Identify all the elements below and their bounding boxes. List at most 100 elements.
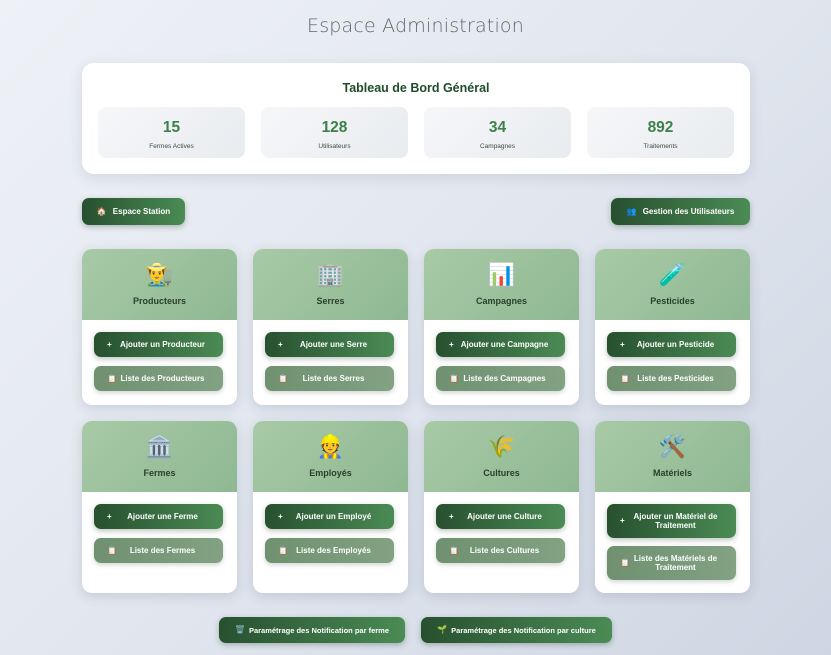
button-label: Ajouter une Ferme: [127, 511, 198, 521]
stat-users: 128 Utilisateurs: [261, 107, 408, 158]
card-materiels: 🛠️ Matériels + Ajouter un Matériel de Tr…: [595, 421, 750, 593]
stat-value: 128: [321, 119, 348, 136]
plus-icon: +: [278, 339, 283, 349]
clipboard-icon: 📋: [449, 545, 459, 555]
list-serres-button[interactable]: 📋 Liste des Serres: [265, 366, 394, 391]
add-pesticide-button[interactable]: + Ajouter un Pesticide: [607, 332, 736, 357]
culture-notification-label: Paramétrage des Notification par culture: [451, 625, 596, 635]
building-icon: 🏢: [316, 262, 345, 287]
card-employes: 👷 Employés + Ajouter un Employé 📋 Liste …: [253, 421, 408, 593]
card-title: Pesticides: [650, 296, 695, 306]
stat-value: 34: [488, 119, 507, 136]
button-label: Ajouter un Pesticide: [636, 339, 715, 349]
bank-icon: 🏛️: [145, 434, 174, 459]
stat-value: 892: [647, 119, 674, 136]
stat-label: Utilisateurs: [318, 143, 351, 150]
users-icon: 👥: [626, 206, 637, 216]
clipboard-icon: 📋: [620, 373, 630, 383]
card-title: Campagnes: [475, 296, 528, 306]
clipboard-icon: 📋: [449, 373, 459, 383]
button-label: Ajouter une Serre: [299, 339, 368, 349]
list-cultures-button[interactable]: 📋 Liste des Cultures: [436, 538, 565, 563]
card-header: 🧪 Pesticides: [595, 249, 750, 320]
plus-icon: +: [449, 339, 454, 349]
card-title: Matériels: [652, 468, 693, 478]
card-fermes: 🏛️ Fermes + Ajouter une Ferme 📋 Liste de…: [82, 421, 237, 593]
worker-icon: 👷: [316, 434, 345, 459]
plus-icon: +: [449, 511, 454, 521]
page-title: Espace Administration: [306, 15, 524, 37]
stat-active-farms: 15 Fermes Actives: [98, 107, 245, 158]
list-campagnes-button[interactable]: 📋 Liste des Campagnes: [436, 366, 565, 391]
stat-label: Campagnes: [479, 143, 516, 150]
add-ferme-button[interactable]: + Ajouter une Ferme: [94, 504, 223, 529]
test-tube-icon: 🧪: [658, 262, 687, 287]
card-title: Cultures: [483, 468, 520, 478]
card-header: 📊 Campagnes: [424, 249, 579, 320]
add-serre-button[interactable]: + Ajouter une Serre: [265, 332, 394, 357]
dashboard-panel: Tableau de Bord Général 15 Fermes Active…: [82, 63, 750, 174]
plus-icon: +: [620, 516, 625, 525]
button-label: Liste des Pesticides: [637, 373, 714, 383]
button-label: Liste des Serres: [302, 373, 365, 383]
stat-label: Fermes Actives: [149, 143, 194, 150]
user-management-label: Gestion des Utilisateurs: [642, 207, 735, 216]
plus-icon: +: [278, 511, 283, 521]
list-fermes-button[interactable]: 📋 Liste des Fermes: [94, 538, 223, 563]
add-producteur-button[interactable]: + Ajouter un Producteur: [94, 332, 223, 357]
add-materiel-button[interactable]: + Ajouter un Matériel de Traitement: [607, 504, 736, 538]
card-title: Producteurs: [132, 296, 186, 306]
button-label: Ajouter une Campagne: [460, 339, 549, 349]
espace-station-label: Espace Station: [112, 207, 171, 216]
clipboard-icon: 📋: [107, 373, 117, 383]
card-header: 👷 Employés: [253, 421, 408, 492]
clipboard-icon: 📋: [278, 545, 288, 555]
home-icon: 🏠: [96, 206, 107, 216]
card-title: Serres: [316, 296, 345, 306]
farm-notification-settings-button[interactable]: 🗑️ Paramétrage des Notification par ferm…: [219, 617, 405, 643]
list-pesticides-button[interactable]: 📋 Liste des Pesticides: [607, 366, 736, 391]
card-producteurs: 👨‍🌾 Producteurs + Ajouter un Producteur …: [82, 249, 237, 405]
tools-icon: 🛠️: [658, 434, 687, 459]
button-label: Ajouter un Producteur: [120, 339, 205, 349]
trash-icon: 🗑️: [234, 625, 245, 634]
farm-notification-label: Paramétrage des Notification par ferme: [248, 625, 389, 635]
button-label: Liste des Producteurs: [120, 373, 205, 383]
button-label: Liste des Campagnes: [463, 373, 546, 383]
card-header: 🛠️ Matériels: [595, 421, 750, 492]
card-header: 🏢 Serres: [253, 249, 408, 320]
card-title: Fermes: [143, 468, 176, 478]
clipboard-icon: 📋: [107, 545, 117, 555]
espace-station-button[interactable]: 🏠 Espace Station: [82, 198, 185, 225]
list-producteurs-button[interactable]: 📋 Liste des Producteurs: [94, 366, 223, 391]
list-employes-button[interactable]: 📋 Liste des Employés: [265, 538, 394, 563]
button-label: Ajouter un Employé: [295, 511, 372, 521]
card-cultures: 🌾 Cultures + Ajouter une Culture 📋 Liste…: [424, 421, 579, 593]
chart-icon: 📊: [487, 262, 516, 287]
card-title: Employés: [309, 468, 352, 478]
plus-icon: +: [620, 339, 625, 349]
clipboard-icon: 📋: [278, 373, 288, 383]
button-label: Ajouter un Matériel de Traitement: [633, 511, 718, 530]
add-culture-button[interactable]: + Ajouter une Culture: [436, 504, 565, 529]
card-campagnes: 📊 Campagnes + Ajouter une Campagne 📋 Lis…: [424, 249, 579, 405]
stat-treatments: 892 Traitements: [587, 107, 734, 158]
list-materiels-button[interactable]: 📋 Liste des Matériels de Traitement: [607, 546, 736, 580]
card-pesticides: 🧪 Pesticides + Ajouter un Pesticide 📋 Li…: [595, 249, 750, 405]
card-header: 👨‍🌾 Producteurs: [82, 249, 237, 320]
seedling-icon: 🌱: [437, 625, 448, 634]
card-header: 🏛️ Fermes: [82, 421, 237, 492]
add-employe-button[interactable]: + Ajouter un Employé: [265, 504, 394, 529]
clipboard-icon: 📋: [620, 558, 630, 567]
button-label: Liste des Fermes: [129, 545, 196, 555]
button-label: Liste des Cultures: [469, 545, 540, 555]
card-serres: 🏢 Serres + Ajouter une Serre 📋 Liste des…: [253, 249, 408, 405]
stat-label: Traitements: [643, 143, 678, 150]
button-label: Ajouter une Culture: [467, 511, 542, 521]
plus-icon: +: [107, 511, 112, 521]
stat-value: 15: [162, 119, 181, 136]
plant-icon: 🌾: [487, 434, 516, 459]
user-management-button[interactable]: 👥 Gestion des Utilisateurs: [611, 198, 750, 225]
add-campagne-button[interactable]: + Ajouter une Campagne: [436, 332, 565, 357]
culture-notification-settings-button[interactable]: 🌱 Paramétrage des Notification par cultu…: [421, 617, 612, 643]
